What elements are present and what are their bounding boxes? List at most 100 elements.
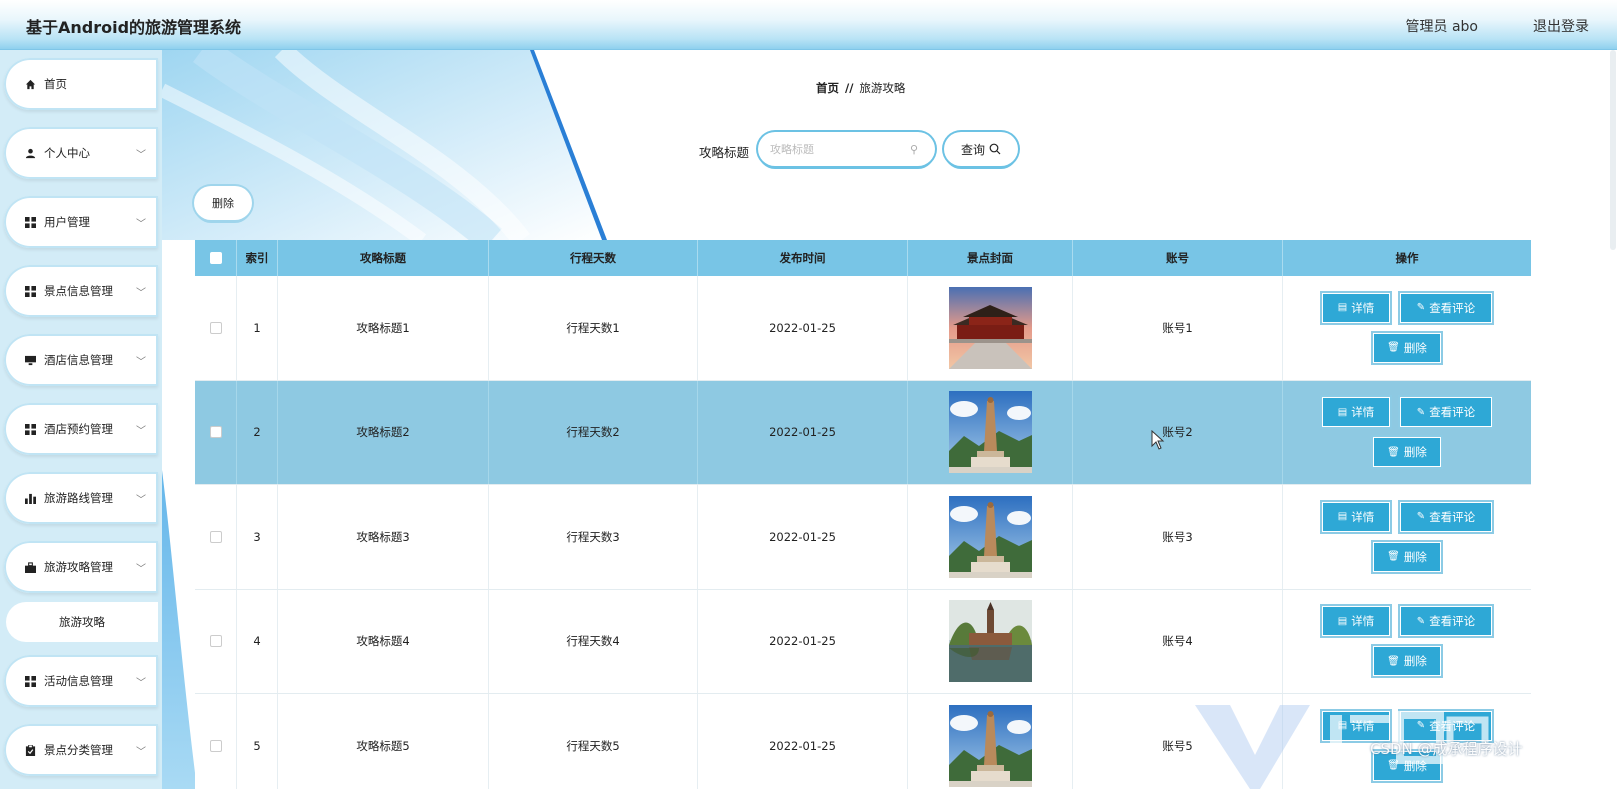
sidebar-item-scenic-info[interactable]: 景点信息管理 ﹀ <box>4 265 158 317</box>
cover-image[interactable] <box>948 391 1032 474</box>
cell-date: 2022-01-25 <box>698 694 908 789</box>
delete-row-button[interactable]: 🗑 删除 <box>1373 332 1441 363</box>
delete-row-button[interactable]: 🗑 删除 <box>1373 437 1441 468</box>
cell-actions: ▤ 详情 ✎ 查看评论 🗑 删除 <box>1283 381 1531 485</box>
cell-actions: ▤ 详情 ✎ 查看评论 🗑 删除 <box>1283 485 1531 589</box>
cell-cover <box>908 276 1073 380</box>
admin-label: 管理员 abo <box>1405 19 1478 35</box>
grid-icon <box>24 675 36 687</box>
header-days: 行程天数 <box>489 240 698 276</box>
row-checkbox[interactable] <box>209 530 222 543</box>
document-icon: ▤ <box>1337 511 1348 523</box>
sidebar-subitem-travel-guide[interactable]: 旅游攻略 <box>6 602 158 642</box>
sidebar-item-user-management[interactable]: 用户管理 ﹀ <box>4 196 158 248</box>
row-checkbox[interactable] <box>209 739 222 752</box>
home-icon <box>24 78 36 90</box>
breadcrumb-current: 旅游攻略 <box>859 81 906 95</box>
sidebar-item-label: 旅游路线管理 <box>44 491 113 505</box>
detail-button[interactable]: ▤ 详情 <box>1322 501 1390 532</box>
cell-date: 2022-01-25 <box>698 276 908 380</box>
sidebar-item-personal-center[interactable]: 个人中心 ﹀ <box>4 127 158 179</box>
trash-icon: 🗑 <box>1387 655 1400 667</box>
top-bar: 基于Android的旅游管理系统 管理员 abo 退出登录 <box>0 0 1617 50</box>
cell-cover <box>908 694 1073 789</box>
select-all-checkbox[interactable] <box>209 252 222 264</box>
delete-row-button[interactable]: 🗑 删除 <box>1373 646 1441 677</box>
scrollbar[interactable] <box>1609 50 1617 250</box>
detail-button[interactable]: ▤ 详情 <box>1322 710 1390 741</box>
cover-image[interactable] <box>948 600 1032 683</box>
header-cover: 景点封面 <box>908 240 1073 276</box>
chevron-down-icon: ﹀ <box>136 287 146 299</box>
cell-title: 攻略标题2 <box>278 380 489 484</box>
row-checkbox[interactable] <box>209 321 222 334</box>
sidebar-item-activity-info[interactable]: 活动信息管理 ﹀ <box>4 655 158 707</box>
cell-account: 账号5 <box>1073 694 1283 789</box>
detail-button[interactable]: ▤ 详情 <box>1322 397 1390 428</box>
cell-date: 2022-01-25 <box>698 380 908 484</box>
view-comments-button[interactable]: ✎ 查看评论 <box>1400 292 1492 323</box>
delete-row-button-label: 删除 <box>1403 340 1427 355</box>
breadcrumb-home[interactable]: 首页 <box>816 81 839 95</box>
cell-index: 1 <box>237 276 278 380</box>
row-checkbox-cell <box>195 276 237 380</box>
detail-button-label: 详情 <box>1351 718 1375 733</box>
chevron-down-icon: ﹀ <box>136 746 146 758</box>
cell-cover <box>908 380 1073 484</box>
sidebar-item-label: 首页 <box>44 77 67 91</box>
cell-account: 账号3 <box>1073 485 1283 589</box>
grid-icon <box>24 423 36 435</box>
view-comments-button[interactable]: ✎ 查看评论 <box>1400 606 1492 637</box>
cell-index: 5 <box>237 694 278 789</box>
chevron-down-icon: ﹀ <box>136 425 146 437</box>
chevron-down-icon: ﹀ <box>136 356 146 368</box>
table-row[interactable]: 4 攻略标题4 行程天数4 2022-01-25 账号4 ▤ 详情 ✎ 查看评论 🗑 删除 <box>195 589 1531 694</box>
cell-account: 账号1 <box>1073 276 1283 380</box>
view-comments-button[interactable]: ✎ 查看评论 <box>1400 501 1492 532</box>
row-checkbox[interactable] <box>209 426 222 439</box>
logout-link[interactable]: 退出登录 <box>1533 16 1589 36</box>
cell-title: 攻略标题4 <box>278 589 489 693</box>
row-checkbox-cell <box>195 380 237 484</box>
delete-row-button-label: 删除 <box>1403 758 1427 773</box>
view-comments-button[interactable]: ✎ 查看评论 <box>1400 710 1492 741</box>
edit-icon: ✎ <box>1416 720 1426 732</box>
header-actions: 操作 <box>1395 251 1419 265</box>
detail-button[interactable]: ▤ 详情 <box>1322 292 1390 323</box>
cell-account: 账号2 <box>1073 380 1283 484</box>
sidebar-item-label: 旅游攻略管理 <box>44 560 113 574</box>
table-row[interactable]: 1 攻略标题1 行程天数1 2022-01-25 账号1 ▤ 详情 ✎ 查看评论 🗑 删除 <box>195 276 1531 381</box>
sidebar-item-label: 景点分类管理 <box>44 743 113 757</box>
chevron-down-icon: ﹀ <box>136 218 146 230</box>
table-row[interactable]: 3 攻略标题3 行程天数3 2022-01-25 账号3 ▤ 详情 ✎ 查看评论 🗑 删除 <box>195 485 1531 590</box>
cover-image[interactable] <box>948 286 1032 369</box>
view-comments-button-label: 查看评论 <box>1429 300 1476 315</box>
app-title: 基于Android的旅游管理系统 <box>26 18 242 37</box>
breadcrumb-separator: // <box>845 81 854 95</box>
sidebar-item-travel-routes[interactable]: 旅游路线管理 ﹀ <box>4 472 158 524</box>
table-row[interactable]: 5 攻略标题5 行程天数5 2022-01-25 账号5 ▤ 详情 ✎ 查看评论 🗑 删除 <box>195 694 1531 789</box>
table-row[interactable]: 2 攻略标题2 行程天数2 2022-01-25 账号2 ▤ 详情 ✎ 查看评论 🗑 删除 <box>195 380 1531 485</box>
grid-icon <box>24 285 36 297</box>
search-input[interactable] <box>770 142 910 156</box>
delete-row-button[interactable]: 🗑 删除 <box>1373 541 1441 572</box>
sidebar-item-hotel-booking[interactable]: 酒店预约管理 ﹀ <box>4 403 158 455</box>
sidebar-item-scenic-category[interactable]: 景点分类管理 ﹀ <box>4 724 158 776</box>
edit-icon: ✎ <box>1416 511 1426 523</box>
cell-days: 行程天数5 <box>489 694 698 789</box>
sidebar-item-travel-guides[interactable]: 旅游攻略管理 ﹀ <box>4 541 158 593</box>
sidebar-item-home[interactable]: 首页 <box>4 58 158 110</box>
cover-image[interactable] <box>948 704 1032 787</box>
sidebar-item-hotel-info[interactable]: 酒店信息管理 ﹀ <box>4 334 158 386</box>
detail-button-label: 详情 <box>1351 300 1375 315</box>
batch-delete-button[interactable]: 删除 <box>194 186 252 220</box>
view-comments-button[interactable]: ✎ 查看评论 <box>1400 397 1492 428</box>
cell-title: 攻略标题5 <box>278 694 489 789</box>
query-button[interactable]: 查询 <box>944 132 1018 166</box>
cover-image[interactable] <box>948 495 1032 578</box>
row-checkbox[interactable] <box>209 635 222 648</box>
detail-button[interactable]: ▤ 详情 <box>1322 606 1390 637</box>
detail-button-label: 详情 <box>1351 405 1375 420</box>
mouse-cursor-icon <box>1151 430 1165 450</box>
cell-account: 账号4 <box>1073 589 1283 693</box>
